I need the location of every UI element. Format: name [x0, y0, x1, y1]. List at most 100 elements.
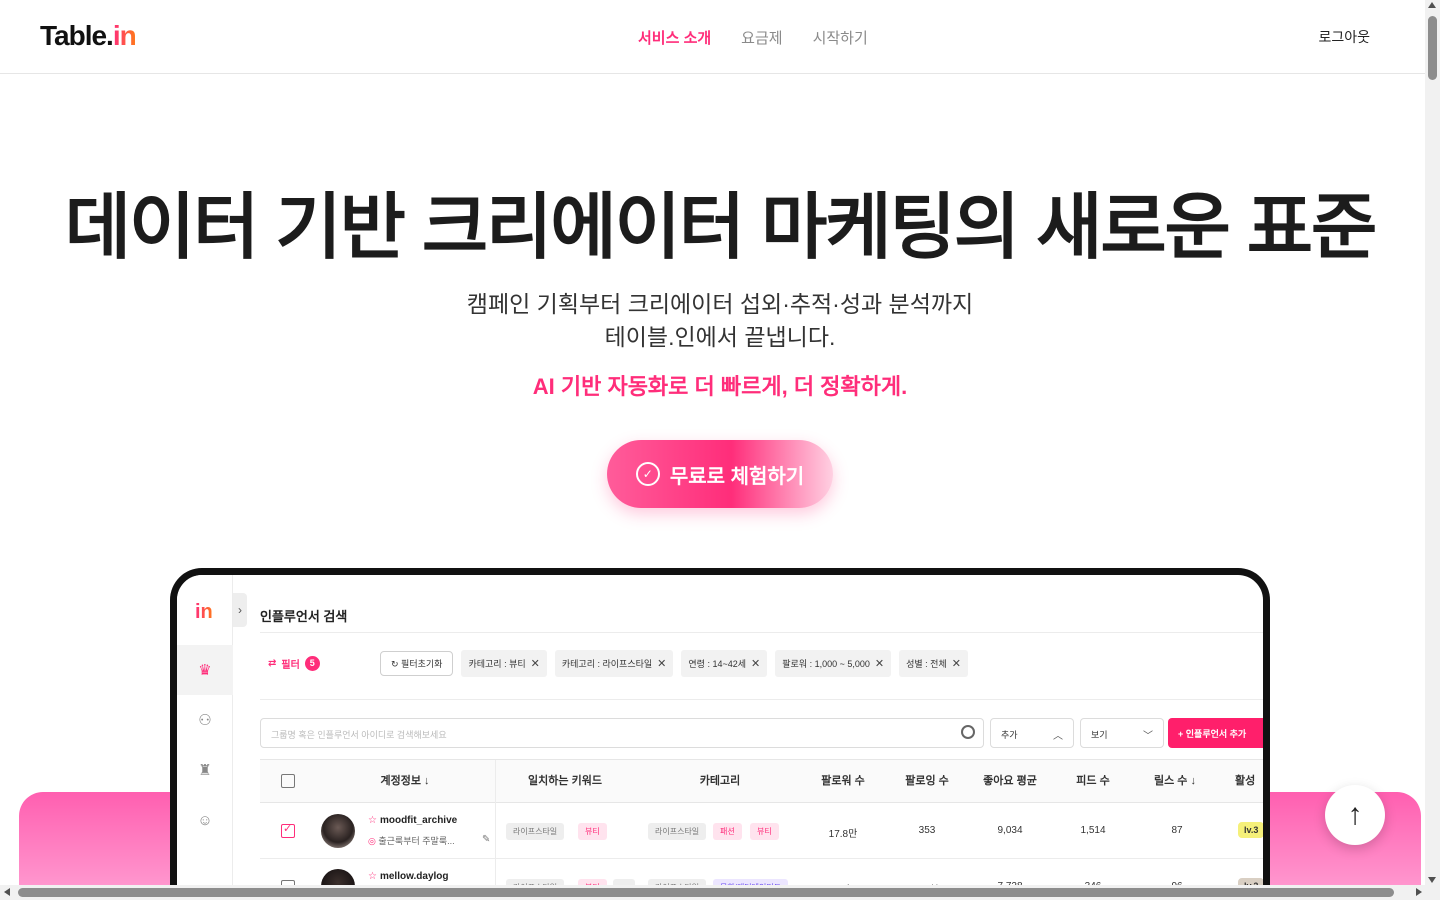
add-select-value: 추가 — [1001, 730, 1018, 740]
row-checkbox[interactable] — [281, 822, 295, 838]
crown-icon[interactable]: ♛ — [177, 645, 233, 695]
logout-link[interactable]: 로그아웃 — [1318, 27, 1370, 47]
bio-text: 출근룩부터 주말룩... — [378, 836, 455, 846]
app-preview-device: in ♛ ⚇ ♜ ☺ › 인플루언서 검색 ⇄ 필터 5 ↻ 필터초기화 카테고… — [170, 568, 1270, 898]
instagram-icon: ◎ — [368, 836, 376, 846]
filter-chip[interactable]: 성별 : 전체 ✕ — [899, 649, 968, 677]
search-row: 그룹명 혹은 인플루언서 아이디로 검색해보세요 추가 ︿ 보기 ﹀ + 인플루… — [260, 718, 1263, 748]
account-handle: moodfit_archive — [379, 815, 458, 826]
followers-value: 17.8만 — [828, 829, 858, 840]
search-icon[interactable] — [961, 725, 975, 739]
scroll-left-arrow-icon[interactable] — [4, 888, 10, 896]
star-icon[interactable]: ☆ — [368, 815, 377, 826]
user-icon[interactable]: ☺ — [177, 795, 233, 845]
hero-accent-text: AI 기반 자동화로 더 빠르게, 더 정확하게. — [532, 374, 908, 399]
main-nav: 서비스 소개 요금제 시작하기 — [638, 27, 868, 48]
arrow-up-icon: ↑ — [1347, 798, 1363, 831]
hero-subtitle-line1: 캠페인 기획부터 크리에이터 섭외·추적·성과 분석까지 — [466, 291, 974, 317]
verified-badge-icon: ✓ — [635, 462, 660, 486]
close-icon[interactable]: ✕ — [657, 657, 666, 670]
account-name[interactable]: ☆ moodfit_archive — [368, 815, 457, 826]
chip-label: 연령 : 14~42세 — [688, 658, 747, 669]
free-trial-button[interactable]: ✓ 무료로 체험하기 — [607, 440, 833, 508]
filter-reset-button[interactable]: ↻ 필터초기화 — [380, 650, 454, 676]
app-sidebar: in ♛ ⚇ ♜ ☺ — [177, 575, 233, 898]
view-select[interactable]: 보기 ﹀ — [1080, 718, 1164, 748]
account-bio: ◎ 출근룩부터 주말룩... — [368, 834, 455, 847]
feeds-value: 1,514 — [1080, 825, 1106, 836]
select-all-checkbox[interactable] — [281, 774, 295, 788]
table-header: 계정정보 ↓ 일치하는 키워드 카테고리 팔로워 수 팔로잉 수 좋아요 평균 … — [260, 760, 1263, 803]
divider — [260, 632, 1263, 633]
activity-level-badge: lv.3 — [1238, 822, 1263, 838]
trophy-icon[interactable]: ♜ — [177, 745, 233, 795]
close-icon[interactable]: ✕ — [751, 657, 760, 670]
site-header: Table.in 서비스 소개 요금제 시작하기 로그아웃 — [0, 0, 1425, 74]
column-header[interactable]: 좋아요 평균 — [975, 760, 1045, 803]
nav-item-service-intro[interactable]: 서비스 소개 — [638, 27, 711, 48]
account-name[interactable]: ☆ mellow.daylog — [368, 871, 449, 882]
chip-label: 카테고리 : 뷰티 — [468, 658, 526, 669]
sliders-icon: ⇄ — [268, 657, 277, 669]
column-header[interactable]: 팔로워 수 — [813, 760, 873, 803]
filter-row: ⇄ 필터 5 ↻ 필터초기화 카테고리 : 뷰티 ✕ 카테고리 : 라이프스타일 ✕… — [260, 648, 968, 678]
app-logo: in — [195, 601, 213, 623]
filter-toggle[interactable]: ⇄ 필터 5 — [268, 655, 372, 671]
hero-subtitle-line2: 테이블.인에서 끝냅니다. — [604, 324, 836, 350]
edit-icon[interactable]: ✎ — [482, 834, 490, 845]
vertical-scroll-thumb[interactable] — [1428, 16, 1437, 80]
category-tag: 라이프스타일 — [648, 823, 707, 840]
scroll-to-top-button[interactable]: ↑ — [1325, 785, 1385, 845]
column-header[interactable]: 릴스 수 ↓ — [1145, 760, 1205, 803]
add-select[interactable]: 추가 ︿ — [990, 718, 1074, 748]
filter-chip[interactable]: 카테고리 : 라이프스타일 ✕ — [554, 649, 674, 677]
column-header[interactable]: 피드 수 — [1063, 760, 1123, 803]
view-select-value: 보기 — [1091, 730, 1108, 740]
following-value: 353 — [918, 825, 936, 836]
close-icon[interactable]: ✕ — [531, 657, 540, 670]
add-influencer-button[interactable]: + 인플루언서 추가 — [1168, 718, 1263, 748]
influencer-search-input[interactable]: 그룹명 혹은 인플루언서 아이디로 검색해보세요 — [260, 718, 984, 748]
chevron-down-icon: ﹀ — [1143, 731, 1153, 742]
category-tag: 패션 — [713, 823, 742, 840]
star-icon[interactable]: ☆ — [368, 871, 377, 882]
chip-label: 팔로워 : 1,000 ~ 5,000 — [782, 658, 870, 669]
column-header[interactable]: 계정정보 ↓ — [370, 760, 440, 803]
filter-chip[interactable]: 연령 : 14~42세 ✕ — [681, 649, 768, 677]
horizontal-scroll-thumb[interactable] — [18, 888, 1394, 897]
column-header[interactable]: 팔로잉 수 — [897, 760, 957, 803]
divider — [260, 699, 1263, 700]
search-placeholder: 그룹명 혹은 인플루언서 아이디로 검색해보세요 — [271, 730, 447, 740]
reels-value: 87 — [1171, 825, 1183, 836]
scroll-right-arrow-icon[interactable] — [1416, 888, 1422, 896]
logo-text: Table. — [40, 20, 114, 51]
table-row[interactable]: ☆moodfit_archive ◎ 출근룩부터 주말룩... ✎ 라이프스타일… — [260, 803, 1263, 859]
column-header: 활성 — [1235, 775, 1256, 787]
vertical-scrollbar[interactable] — [1425, 0, 1440, 885]
close-icon[interactable]: ✕ — [875, 657, 884, 670]
horizontal-scrollbar[interactable] — [0, 885, 1440, 900]
filter-reset-label: 필터초기화 — [401, 658, 443, 669]
filter-chip[interactable]: 카테고리 : 뷰티 ✕ — [461, 649, 547, 677]
close-icon[interactable]: ✕ — [952, 657, 961, 670]
likes-avg-value: 9,034 — [997, 825, 1023, 836]
scroll-up-arrow-icon[interactable] — [1428, 2, 1436, 8]
nav-item-get-started[interactable]: 시작하기 — [813, 27, 868, 48]
filter-count-badge: 5 — [304, 655, 320, 671]
refresh-icon: ↻ — [391, 658, 402, 669]
hero-title: 데이터 기반 크리에이터 마케팅의 새로운 표준 — [64, 188, 1378, 268]
account-handle: mellow.daylog — [379, 871, 449, 882]
category-tag: 뷰티 — [750, 823, 779, 840]
logo-accent: in — [112, 20, 137, 51]
filter-chip[interactable]: 팔로워 : 1,000 ~ 5,000 ✕ — [775, 649, 892, 677]
hero-subtitle: 캠페인 기획부터 크리에이터 섭외·추적·성과 분석까지 테이블.인에서 끝냅니… — [0, 288, 1440, 354]
users-icon[interactable]: ⚇ — [177, 695, 233, 745]
nav-item-pricing[interactable]: 요금제 — [741, 27, 782, 48]
site-logo[interactable]: Table.in — [40, 20, 137, 52]
sidebar-collapse-chevron-icon[interactable]: › — [233, 593, 247, 627]
page-title: 인플루언서 검색 — [260, 609, 348, 624]
chip-label: 성별 : 전체 — [906, 658, 947, 669]
scroll-down-arrow-icon[interactable] — [1428, 877, 1436, 883]
keyword-tag: 라이프스타일 — [506, 823, 565, 840]
free-trial-label: 무료로 체험하기 — [669, 465, 805, 488]
